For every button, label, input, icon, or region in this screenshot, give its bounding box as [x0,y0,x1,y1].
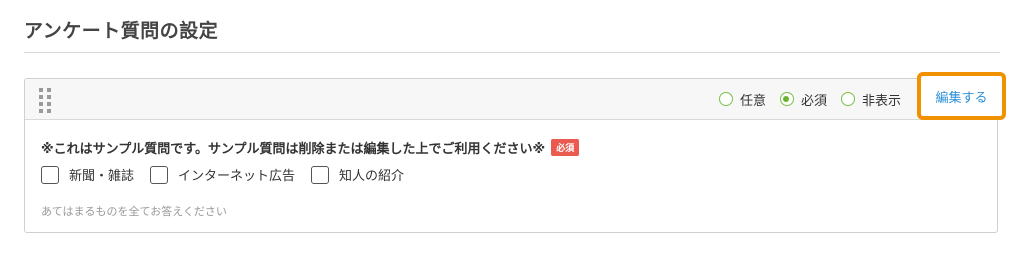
drag-handle-icon[interactable] [39,88,51,113]
option-optional-label: 任意 [739,93,766,109]
newspaper-checkbox[interactable] [41,165,59,184]
edit-button[interactable]: 編集する [917,72,1006,120]
question-card: 任意 必須 非表示 ※これはサンプル質問です。サンプル質問は削除または編集した上… [24,78,998,233]
choice-referral-label: 知人の紹介 [339,169,405,184]
choice-newspaper-label: 新聞・雑誌 [69,169,135,184]
choice-internet-ad[interactable]: インターネット広告 [150,165,295,184]
required-radio[interactable] [779,92,794,106]
choice-internet-ad-label: インターネット広告 [178,169,296,184]
referral-checkbox[interactable] [311,165,330,184]
required-badge: 必須 [551,139,580,156]
title-divider [24,52,1000,53]
page-title: アンケート質問の設定 [24,20,219,42]
answer-choices: 新聞・雑誌 インターネット広告 知人の紹介 [41,165,420,184]
optional-radio[interactable] [718,92,733,106]
question-text: ※これはサンプル質問です。サンプル質問は削除または編集した上でご利用ください※ [41,142,546,157]
question-text-row: ※これはサンプル質問です。サンプル質問は削除または編集した上でご利用ください※ … [41,138,580,157]
option-hidden[interactable]: 非表示 [840,90,901,109]
option-required-label: 必須 [800,93,827,109]
hidden-radio[interactable] [840,92,855,106]
choice-newspaper[interactable]: 新聞・雑誌 [41,165,134,184]
option-optional[interactable]: 任意 [718,90,766,109]
internet-ad-checkbox[interactable] [150,165,169,184]
option-hidden-label: 非表示 [861,93,901,109]
question-card-header: 任意 必須 非表示 [25,79,997,120]
visibility-options: 任意 必須 非表示 [705,79,901,119]
edit-button-label: 編集する [935,90,988,106]
answer-hint: あてはまるものを全てお答えください [41,205,227,218]
choice-referral[interactable]: 知人の紹介 [311,165,404,184]
option-required[interactable]: 必須 [779,90,827,109]
